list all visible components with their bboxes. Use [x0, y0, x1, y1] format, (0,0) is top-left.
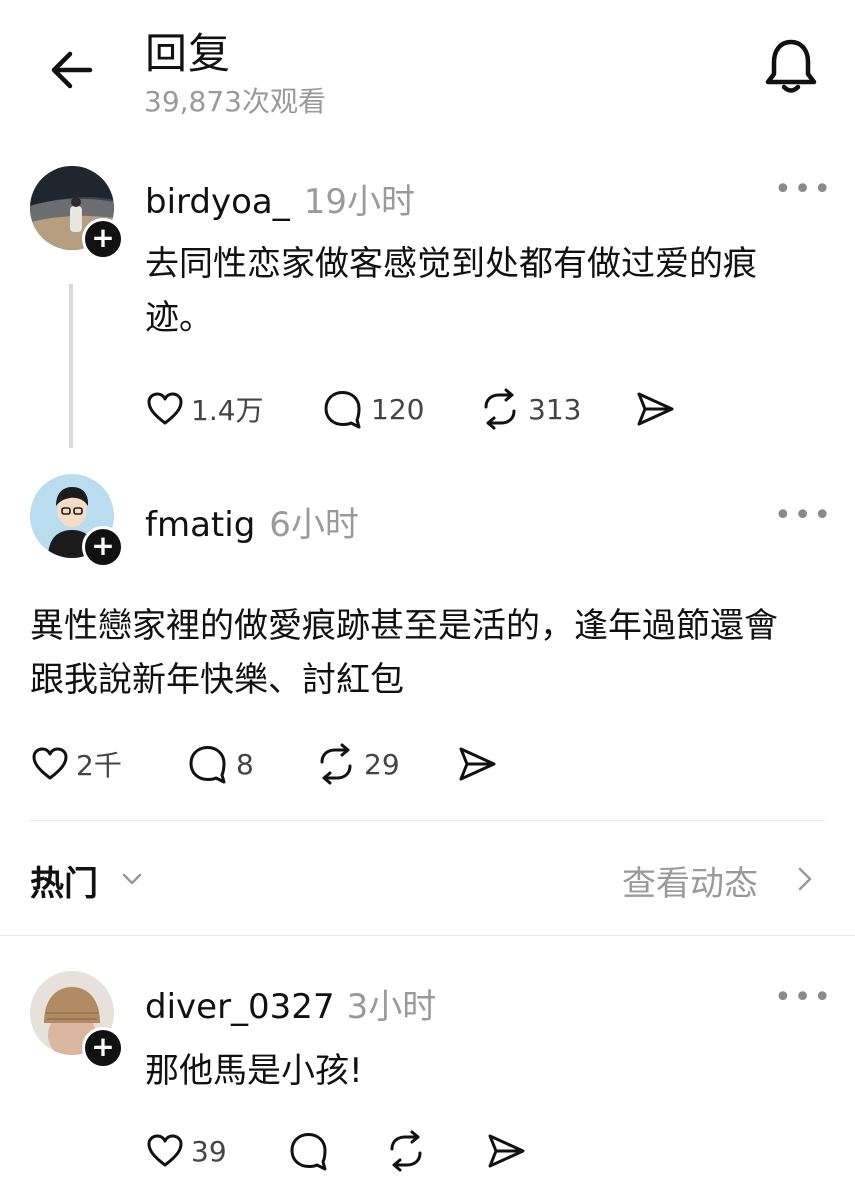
- like-button[interactable]: 1.4万: [145, 385, 264, 433]
- comment-bubble-icon: [189, 746, 226, 784]
- repost-icon: [320, 743, 352, 785]
- post-text: 異性戀家裡的做愛痕跡甚至是活的，逢年過節還會跟我說新年快樂、討紅包: [30, 606, 778, 700]
- divider: [0, 935, 855, 936]
- heart-icon: [147, 392, 183, 425]
- like-count: 39: [191, 1134, 227, 1168]
- chevron-right-icon[interactable]: [792, 864, 818, 894]
- more-options-button[interactable]: •••: [774, 175, 831, 205]
- more-options-button[interactable]: •••: [774, 501, 831, 531]
- comment-button[interactable]: 8: [186, 740, 254, 788]
- notifications-button[interactable]: [758, 32, 824, 98]
- send-icon: [459, 747, 496, 781]
- comment-count: 120: [371, 392, 425, 426]
- chevron-down-icon[interactable]: [119, 866, 145, 892]
- page-title: 回复: [145, 29, 232, 78]
- username[interactable]: diver_0327: [145, 987, 335, 1027]
- sort-dropdown[interactable]: 热门: [30, 856, 98, 905]
- comment-button[interactable]: 120: [321, 385, 424, 433]
- back-button[interactable]: [40, 38, 104, 102]
- timestamp: 19小时: [303, 182, 416, 222]
- like-count: 1.4万: [191, 394, 264, 427]
- send-icon: [637, 392, 674, 426]
- repost-button[interactable]: 313: [478, 385, 581, 433]
- like-button[interactable]: 39: [145, 1127, 227, 1175]
- comment-bubble-icon: [324, 391, 361, 429]
- more-options-button[interactable]: •••: [774, 983, 831, 1013]
- heart-icon: [147, 1134, 183, 1167]
- view-count: 39,873次观看: [144, 85, 326, 118]
- share-button[interactable]: [634, 385, 676, 433]
- like-button[interactable]: 2千: [30, 740, 122, 788]
- thread-line: [69, 284, 73, 448]
- send-icon: [488, 1134, 525, 1168]
- follow-button[interactable]: +: [82, 218, 124, 260]
- divider: [30, 820, 825, 821]
- repost-button[interactable]: [384, 1127, 428, 1175]
- timestamp: 6小时: [269, 505, 359, 545]
- share-button[interactable]: [485, 1127, 527, 1175]
- follow-button[interactable]: +: [82, 1027, 124, 1069]
- post-text: 那他馬是小孩!: [145, 1051, 363, 1091]
- comment-count: 8: [236, 747, 254, 781]
- repost-icon: [484, 388, 516, 430]
- arrow-left-icon: [51, 51, 93, 89]
- repost-icon: [390, 1130, 422, 1172]
- follow-button[interactable]: +: [82, 526, 124, 568]
- like-count: 2千: [76, 749, 122, 782]
- heart-icon: [32, 747, 68, 780]
- username[interactable]: birdyoa_: [145, 182, 290, 222]
- post-text: 去同性恋家做客感觉到处都有做过爱的痕迹。: [145, 244, 757, 338]
- repost-count: 313: [528, 392, 582, 426]
- repost-button[interactable]: 29: [314, 740, 400, 788]
- comment-button[interactable]: [287, 1127, 331, 1175]
- comment-bubble-icon: [290, 1133, 327, 1171]
- repost-count: 29: [364, 747, 400, 781]
- share-button[interactable]: [456, 740, 498, 788]
- bell-icon: [765, 39, 817, 93]
- username[interactable]: fmatig: [145, 505, 255, 545]
- view-activity-link[interactable]: 查看动态: [622, 856, 758, 905]
- timestamp: 3小时: [346, 987, 437, 1027]
